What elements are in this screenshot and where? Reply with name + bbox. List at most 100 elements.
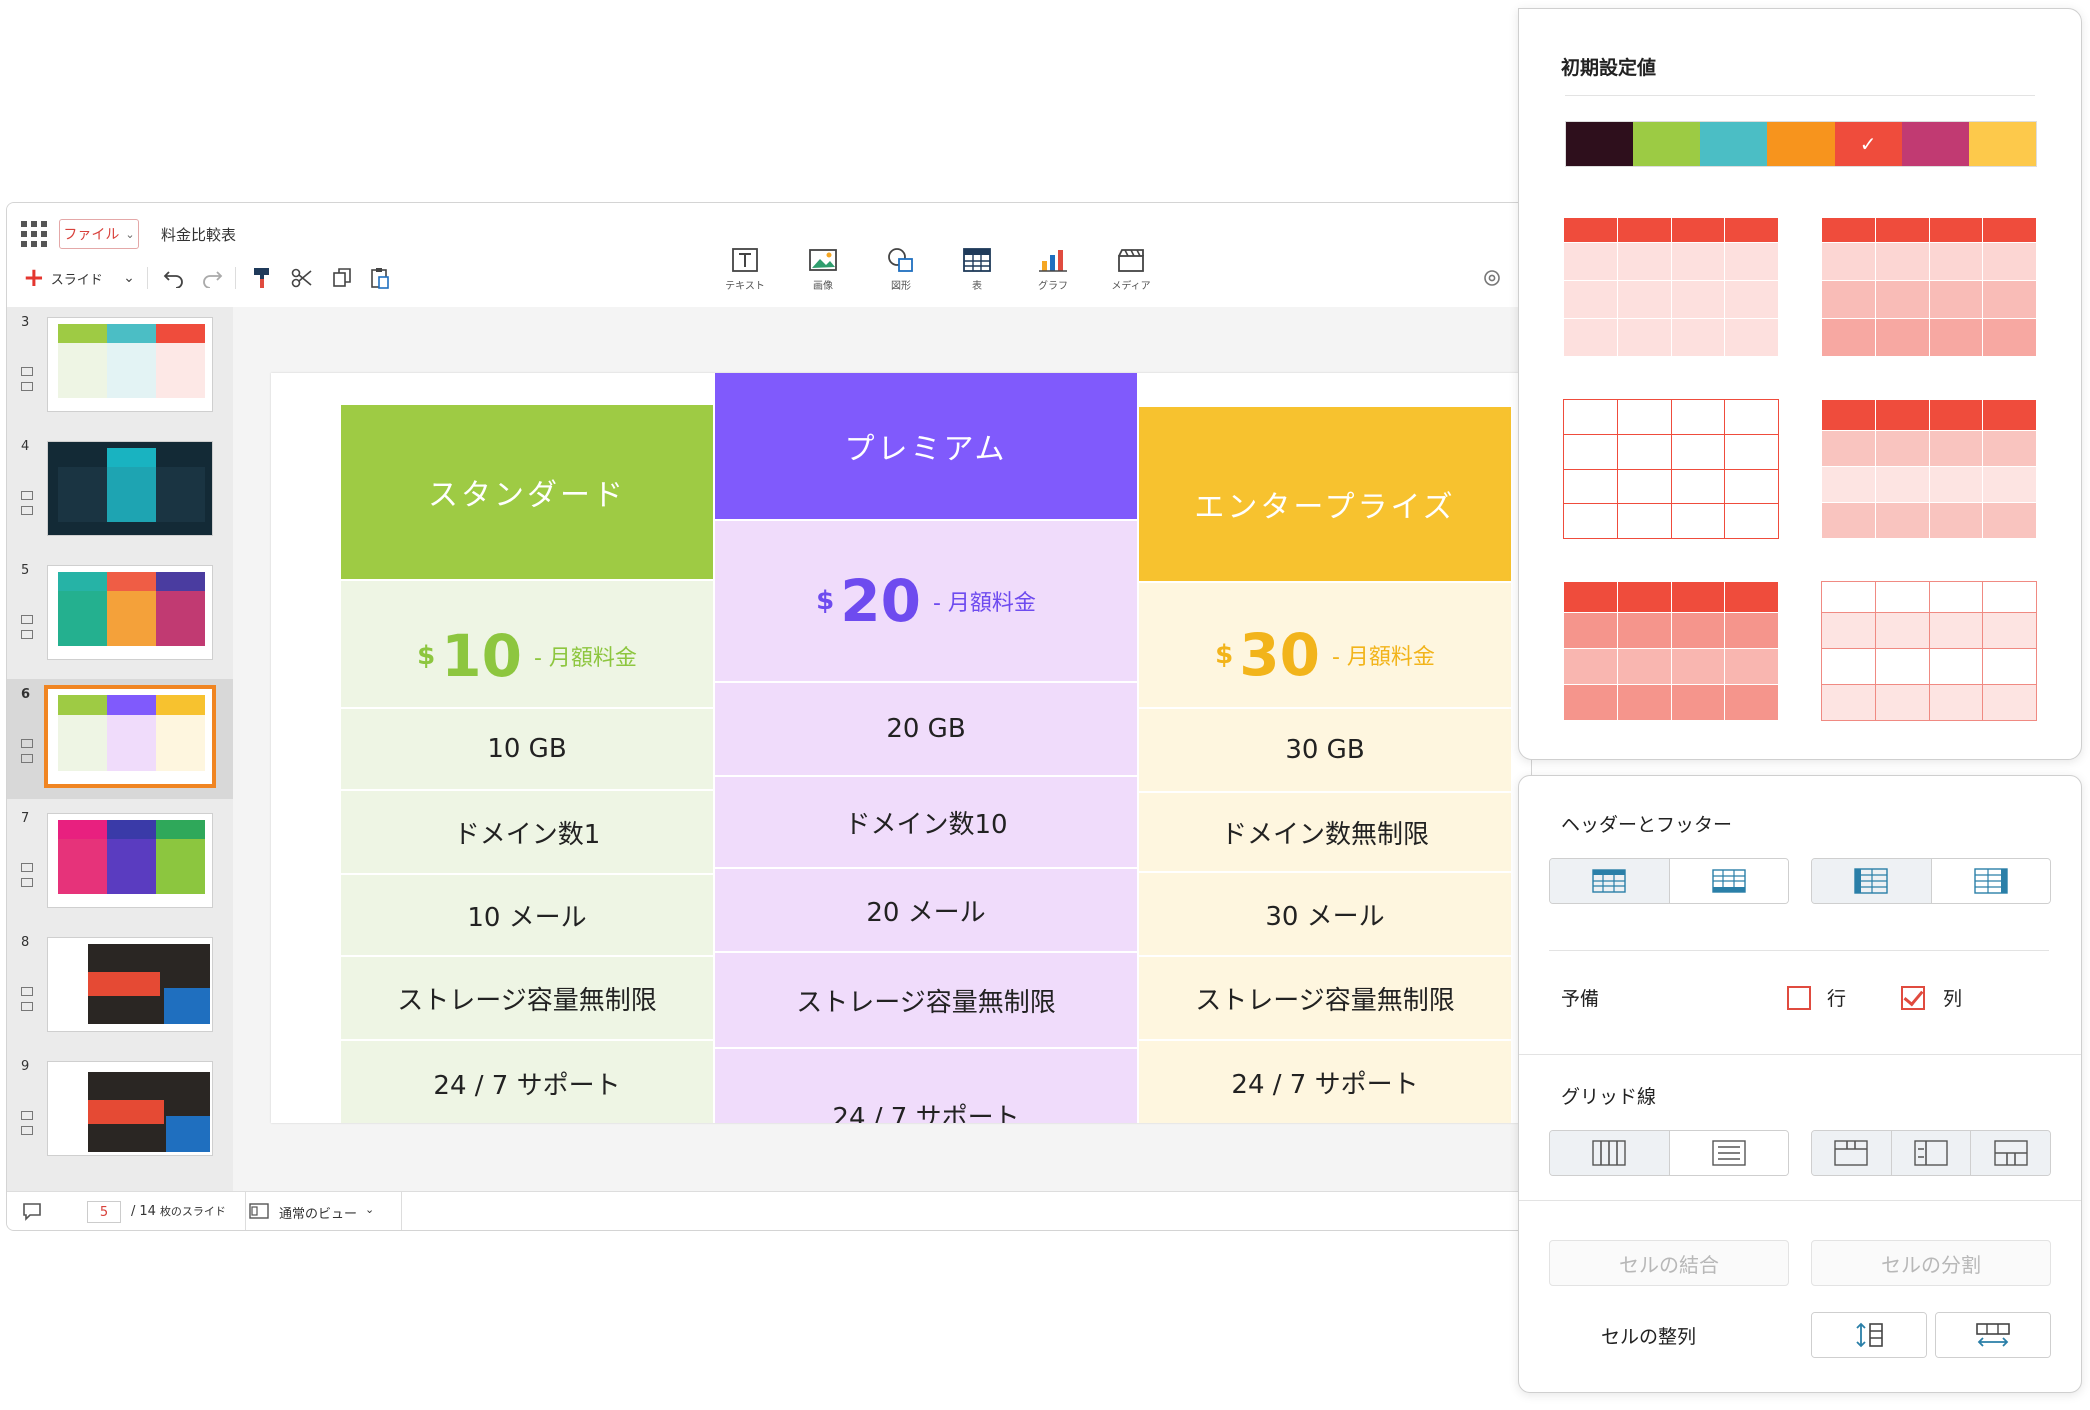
vertical-gridlines-button[interactable] — [1550, 1131, 1669, 1175]
banded-row-checkbox[interactable] — [1787, 986, 1811, 1010]
view-mode-dropdown[interactable]: 通常のビュー ⌄ — [279, 1203, 374, 1222]
color-swatch[interactable] — [1566, 122, 1634, 166]
slide-canvas: スタンダード $ 10 - 月額料金 10 GB ドメイン数1 10 メール ス… — [233, 307, 1531, 1191]
slide-preview — [47, 1061, 213, 1156]
slide-thumbnail-9[interactable]: 9 — [7, 1051, 233, 1171]
distribute-rows-button[interactable] — [1811, 1312, 1927, 1358]
domains-value: ドメイン数1 — [453, 819, 601, 850]
distribute-columns-button[interactable] — [1935, 1312, 2051, 1358]
currency-symbol: $ — [1215, 640, 1234, 670]
mail-cell[interactable]: 10 メール — [341, 875, 713, 957]
undo-icon[interactable] — [157, 263, 191, 293]
header-row-icon — [1592, 869, 1626, 893]
first-column-button[interactable] — [1812, 859, 1931, 903]
format-painter-icon[interactable] — [245, 263, 279, 293]
color-swatch[interactable] — [1700, 122, 1768, 166]
pricing-column-standard[interactable]: スタンダード $ 10 - 月額料金 10 GB ドメイン数1 10 メール ス… — [341, 405, 713, 1123]
plan-name-cell[interactable]: スタンダード — [341, 405, 713, 581]
slide-thumbnail-4[interactable]: 4 — [7, 431, 233, 551]
split-cells-button[interactable]: セルの分割 — [1811, 1240, 2051, 1286]
pricing-column-enterprise[interactable]: エンタープライズ $ 30 - 月額料金 30 GB ドメイン数無制限 30 メ… — [1139, 407, 1511, 1123]
comment-icon[interactable] — [21, 1200, 43, 1226]
color-swatch[interactable] — [1767, 122, 1835, 166]
plan-name: エンタープライズ — [1194, 490, 1456, 525]
insert-chart-button[interactable]: グラフ — [1023, 247, 1083, 305]
slide-thumbnail-5[interactable]: 5 — [7, 555, 233, 675]
cut-icon[interactable] — [285, 263, 319, 293]
current-page-input[interactable]: 5 — [87, 1201, 121, 1223]
slide-thumbnail-3[interactable]: 3 — [7, 307, 233, 427]
add-slide-dropdown-chevron-icon[interactable]: ⌄ — [117, 263, 141, 293]
insert-text-button[interactable]: テキスト — [715, 247, 775, 305]
price-cell[interactable]: $ 10 - 月額料金 — [341, 581, 713, 709]
table-style-preset-6[interactable] — [1821, 581, 2037, 722]
slide-thumbnail-7[interactable]: 7 — [7, 803, 233, 923]
capacity-cell[interactable]: ストレージ容量無制限 — [1139, 957, 1511, 1041]
page-total: / 14 枚のスライド — [131, 1203, 226, 1219]
redo-icon[interactable] — [195, 263, 229, 293]
table-style-preset-2[interactable] — [1821, 216, 2037, 358]
insert-image-label: 画像 — [813, 281, 833, 292]
slide-thumbnail-6[interactable]: 6 — [7, 679, 233, 799]
inner-horizontal-gridlines-button[interactable] — [1890, 1131, 1971, 1175]
support-cell[interactable]: 24 / 7 サポート — [1139, 1041, 1511, 1123]
settings-gear-icon[interactable] — [1481, 267, 1503, 293]
file-menu-label: ファイル — [63, 227, 120, 243]
color-swatch[interactable] — [1968, 122, 2036, 166]
footer-row-button[interactable] — [1668, 859, 1788, 903]
insert-media-button[interactable]: メディア — [1101, 247, 1161, 305]
inner-vertical-gridlines-button[interactable] — [1812, 1131, 1891, 1175]
header-row-button[interactable] — [1550, 859, 1669, 903]
apps-grid-icon[interactable] — [21, 221, 47, 247]
capacity-cell[interactable]: ストレージ容量無制限 — [341, 957, 713, 1041]
last-column-button[interactable] — [1930, 859, 2050, 903]
slide-page[interactable]: スタンダード $ 10 - 月額料金 10 GB ドメイン数1 10 メール ス… — [271, 373, 1531, 1123]
support-cell[interactable]: 24 / 7 サポート — [341, 1041, 713, 1123]
storage-cell[interactable]: 20 GB — [715, 683, 1137, 777]
price-cell[interactable]: $ 30 - 月額料金 — [1139, 583, 1511, 709]
file-menu-button[interactable]: ファイル ⌄ — [59, 219, 139, 249]
color-swatch[interactable]: ✓ — [1834, 122, 1902, 166]
copy-icon[interactable] — [325, 263, 359, 293]
mail-cell[interactable]: 30 メール — [1139, 873, 1511, 957]
gridlines-group-1 — [1549, 1130, 1789, 1176]
pricing-column-premium[interactable]: プレミアム $ 20 - 月額料金 20 GB ドメイン数10 20 メール ス… — [715, 373, 1137, 1123]
price-cell[interactable]: $ 20 - 月額料金 — [715, 521, 1137, 683]
storage-cell[interactable]: 10 GB — [341, 709, 713, 791]
domains-cell[interactable]: ドメイン数10 — [715, 777, 1137, 869]
currency-symbol: $ — [417, 641, 436, 671]
capacity-value: ストレージ容量無制限 — [1195, 985, 1455, 1016]
table-style-preset-5[interactable] — [1563, 581, 1779, 722]
support-cell[interactable]: 24 / 7 サポート — [715, 1049, 1137, 1123]
slide-preview — [47, 317, 213, 412]
storage-cell[interactable]: 30 GB — [1139, 709, 1511, 793]
banded-column-checkbox[interactable] — [1901, 986, 1925, 1010]
document-title[interactable]: 料金比較表 — [161, 224, 236, 245]
support-value: 24 / 7 サポート — [1231, 1069, 1419, 1100]
merge-cells-button[interactable]: セルの結合 — [1549, 1240, 1789, 1286]
paste-icon[interactable] — [363, 263, 397, 293]
insert-shape-button[interactable]: 図形 — [871, 247, 931, 305]
color-swatch[interactable] — [1901, 122, 1969, 166]
first-column-icon — [1854, 868, 1888, 894]
media-icon — [1118, 249, 1144, 272]
table-options-panel: ヘッダーとフッター 予備 行 列 グリッド線 セルの結合 セルの分割 セルの整列 — [1518, 775, 2082, 1393]
table-style-preset-4[interactable] — [1821, 399, 2037, 540]
color-swatch[interactable] — [1633, 122, 1701, 166]
table-style-preset-1[interactable] — [1563, 216, 1779, 358]
mail-cell[interactable]: 20 メール — [715, 869, 1137, 953]
horizontal-gridlines-button[interactable] — [1668, 1131, 1788, 1175]
plan-name-cell[interactable]: エンタープライズ — [1139, 407, 1511, 583]
table-style-preset-3[interactable] — [1563, 399, 1779, 539]
plan-name-cell[interactable]: プレミアム — [715, 373, 1137, 521]
domains-cell[interactable]: ドメイン数無制限 — [1139, 793, 1511, 873]
capacity-cell[interactable]: ストレージ容量無制限 — [715, 953, 1137, 1049]
insert-chart-label: グラフ — [1038, 281, 1068, 292]
outer-gridlines-button[interactable] — [1970, 1131, 2050, 1175]
slide-thumbnail-8[interactable]: 8 — [7, 927, 233, 1047]
add-slide-button[interactable]: + スライド — [23, 263, 103, 293]
insert-image-button[interactable]: 画像 — [793, 247, 853, 305]
slide-link-icon — [21, 1111, 35, 1141]
domains-cell[interactable]: ドメイン数1 — [341, 791, 713, 875]
insert-table-button[interactable]: 表 — [947, 247, 1007, 305]
